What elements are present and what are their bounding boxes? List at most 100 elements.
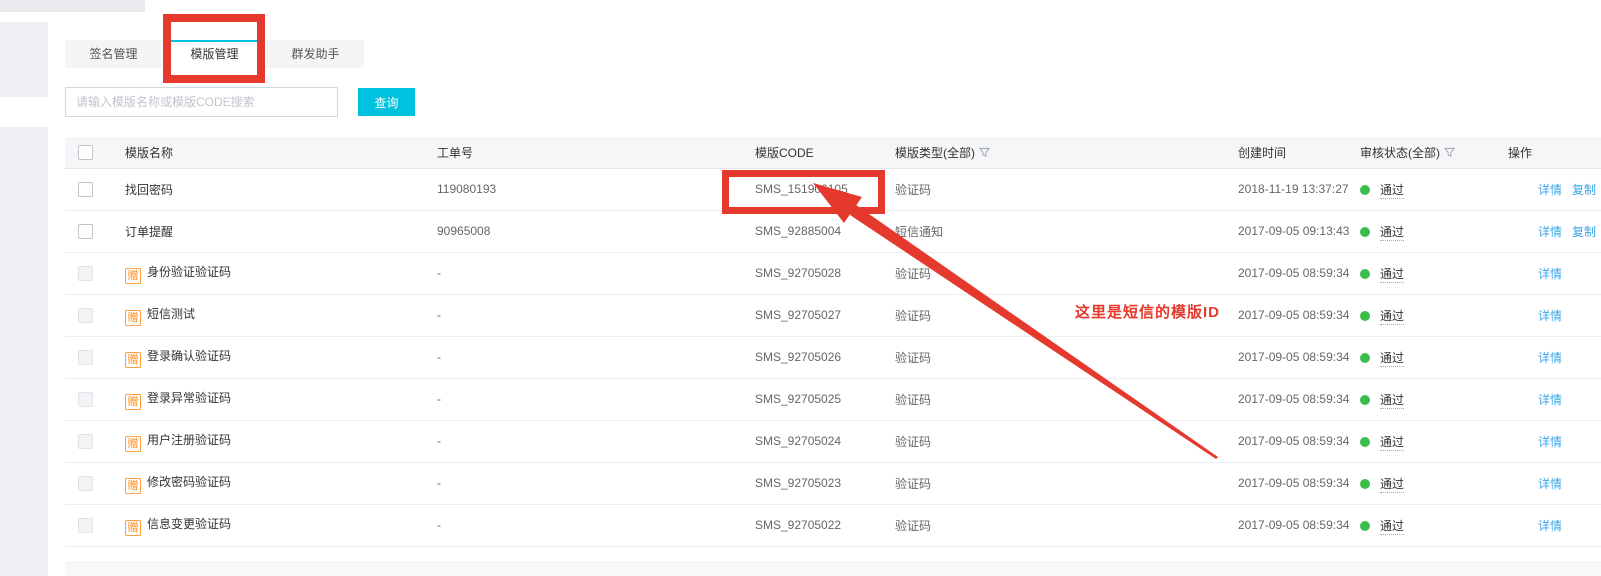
- col-header-created-time: 创建时间: [1238, 137, 1360, 168]
- template-type: 验证码: [895, 168, 1238, 210]
- template-name: 短信测试: [147, 307, 195, 321]
- operation-cell: 详情复制: [1500, 168, 1601, 210]
- table-footer-strip: [65, 562, 1601, 576]
- template-type: 验证码: [895, 336, 1238, 378]
- table-row: 赠登录异常验证码 - SMS_92705025 验证码 2017-09-05 0…: [65, 378, 1601, 420]
- audit-status: 通过: [1380, 477, 1404, 493]
- select-all-checkbox[interactable]: [78, 145, 93, 160]
- template-code: SMS_92705026: [755, 336, 895, 378]
- gift-badge: 赠: [125, 352, 141, 368]
- col-header-template-type: 模版类型(全部): [895, 137, 1238, 168]
- row-checkbox[interactable]: [78, 518, 93, 533]
- operation-cell: 详情: [1500, 378, 1601, 420]
- audit-status: 通过: [1380, 225, 1404, 241]
- tab-mass-send-assistant[interactable]: 群发助手: [267, 40, 364, 68]
- table-header-row: 模版名称 工单号 模版CODE 模版类型(全部) 创建时间 审核状态(全部) 操…: [65, 137, 1601, 168]
- work-order-number: -: [437, 336, 755, 378]
- row-checkbox[interactable]: [78, 266, 93, 281]
- left-rail-block-bottom: [0, 127, 48, 576]
- template-type: 验证码: [895, 252, 1238, 294]
- col-header-template-name: 模版名称: [105, 137, 437, 168]
- created-time: 2017-09-05 08:59:34: [1238, 462, 1360, 504]
- work-order-number: -: [437, 252, 755, 294]
- status-dot-icon: [1360, 227, 1370, 237]
- audit-status: 通过: [1380, 393, 1404, 409]
- status-dot-icon: [1360, 521, 1370, 531]
- template-name: 身份验证验证码: [147, 265, 231, 279]
- gift-badge: 赠: [125, 394, 141, 410]
- created-time: 2017-09-05 08:59:34: [1238, 294, 1360, 336]
- template-code: SMS_92705025: [755, 378, 895, 420]
- template-name: 修改密码验证码: [147, 475, 231, 489]
- work-order-number: -: [437, 378, 755, 420]
- status-dot-icon: [1360, 395, 1370, 405]
- status-dot-icon: [1360, 269, 1370, 279]
- template-code: SMS_92705023: [755, 462, 895, 504]
- template-code: SMS_92705028: [755, 252, 895, 294]
- table-row: 赠用户注册验证码 - SMS_92705024 验证码 2017-09-05 0…: [65, 420, 1601, 462]
- work-order-number: -: [437, 504, 755, 546]
- table-row: 赠身份验证验证码 - SMS_92705028 验证码 2017-09-05 0…: [65, 252, 1601, 294]
- created-time: 2017-09-05 09:13:43: [1238, 210, 1360, 252]
- work-order-number: -: [437, 294, 755, 336]
- status-dot-icon: [1360, 311, 1370, 321]
- detail-link[interactable]: 详情: [1538, 393, 1562, 407]
- created-time: 2017-09-05 08:59:34: [1238, 252, 1360, 294]
- operation-cell: 详情复制: [1500, 210, 1601, 252]
- status-dot-icon: [1360, 437, 1370, 447]
- work-order-number: -: [437, 462, 755, 504]
- row-checkbox[interactable]: [78, 392, 93, 407]
- template-search-input[interactable]: [65, 87, 338, 117]
- filter-funnel-icon[interactable]: [1444, 147, 1455, 158]
- tab-template-management[interactable]: 模版管理: [166, 40, 263, 68]
- status-dot-icon: [1360, 353, 1370, 363]
- filter-funnel-icon[interactable]: [979, 147, 990, 158]
- table-row: 赠短信测试 - SMS_92705027 验证码 2017-09-05 08:5…: [65, 294, 1601, 336]
- template-name: 登录异常验证码: [147, 391, 231, 405]
- gift-badge: 赠: [125, 268, 141, 284]
- row-checkbox[interactable]: [78, 182, 93, 197]
- template-type: 验证码: [895, 420, 1238, 462]
- table-row: 找回密码 119080193 SMS_151906105 验证码 2018-11…: [65, 168, 1601, 210]
- table-row: 赠信息变更验证码 - SMS_92705022 验证码 2017-09-05 0…: [65, 504, 1601, 546]
- template-type: 验证码: [895, 294, 1238, 336]
- audit-status: 通过: [1380, 351, 1404, 367]
- detail-link[interactable]: 详情: [1538, 309, 1562, 323]
- operation-cell: 详情: [1500, 504, 1601, 546]
- template-code: SMS_92885004: [755, 210, 895, 252]
- template-type: 短信通知: [895, 210, 1238, 252]
- copy-link[interactable]: 复制: [1572, 183, 1596, 197]
- detail-link[interactable]: 详情: [1538, 183, 1562, 197]
- row-checkbox[interactable]: [78, 308, 93, 323]
- query-button[interactable]: 查询: [358, 88, 415, 116]
- table-row: 订单提醒 90965008 SMS_92885004 短信通知 2017-09-…: [65, 210, 1601, 252]
- detail-link[interactable]: 详情: [1538, 267, 1562, 281]
- operation-cell: 详情: [1500, 420, 1601, 462]
- row-checkbox[interactable]: [78, 476, 93, 491]
- template-code: SMS_151906105: [755, 168, 895, 210]
- work-order-number: 119080193: [437, 168, 755, 210]
- detail-link[interactable]: 详情: [1538, 435, 1562, 449]
- detail-link[interactable]: 详情: [1538, 519, 1562, 533]
- template-type: 验证码: [895, 504, 1238, 546]
- copy-link[interactable]: 复制: [1572, 225, 1596, 239]
- row-checkbox[interactable]: [78, 434, 93, 449]
- template-code: SMS_92705027: [755, 294, 895, 336]
- tab-signature-management[interactable]: 签名管理: [65, 40, 162, 68]
- audit-status: 通过: [1380, 309, 1404, 325]
- detail-link[interactable]: 详情: [1538, 225, 1562, 239]
- audit-status: 通过: [1380, 435, 1404, 451]
- row-checkbox[interactable]: [78, 350, 93, 365]
- template-code: SMS_92705024: [755, 420, 895, 462]
- row-checkbox[interactable]: [78, 224, 93, 239]
- work-order-number: 90965008: [437, 210, 755, 252]
- detail-link[interactable]: 详情: [1538, 477, 1562, 491]
- template-name: 用户注册验证码: [147, 433, 231, 447]
- gift-badge: 赠: [125, 436, 141, 452]
- audit-status: 通过: [1380, 267, 1404, 283]
- detail-link[interactable]: 详情: [1538, 351, 1562, 365]
- work-order-number: -: [437, 420, 755, 462]
- top-left-gray-strip: [0, 0, 145, 12]
- operation-cell: 详情: [1500, 336, 1601, 378]
- audit-status: 通过: [1380, 183, 1404, 199]
